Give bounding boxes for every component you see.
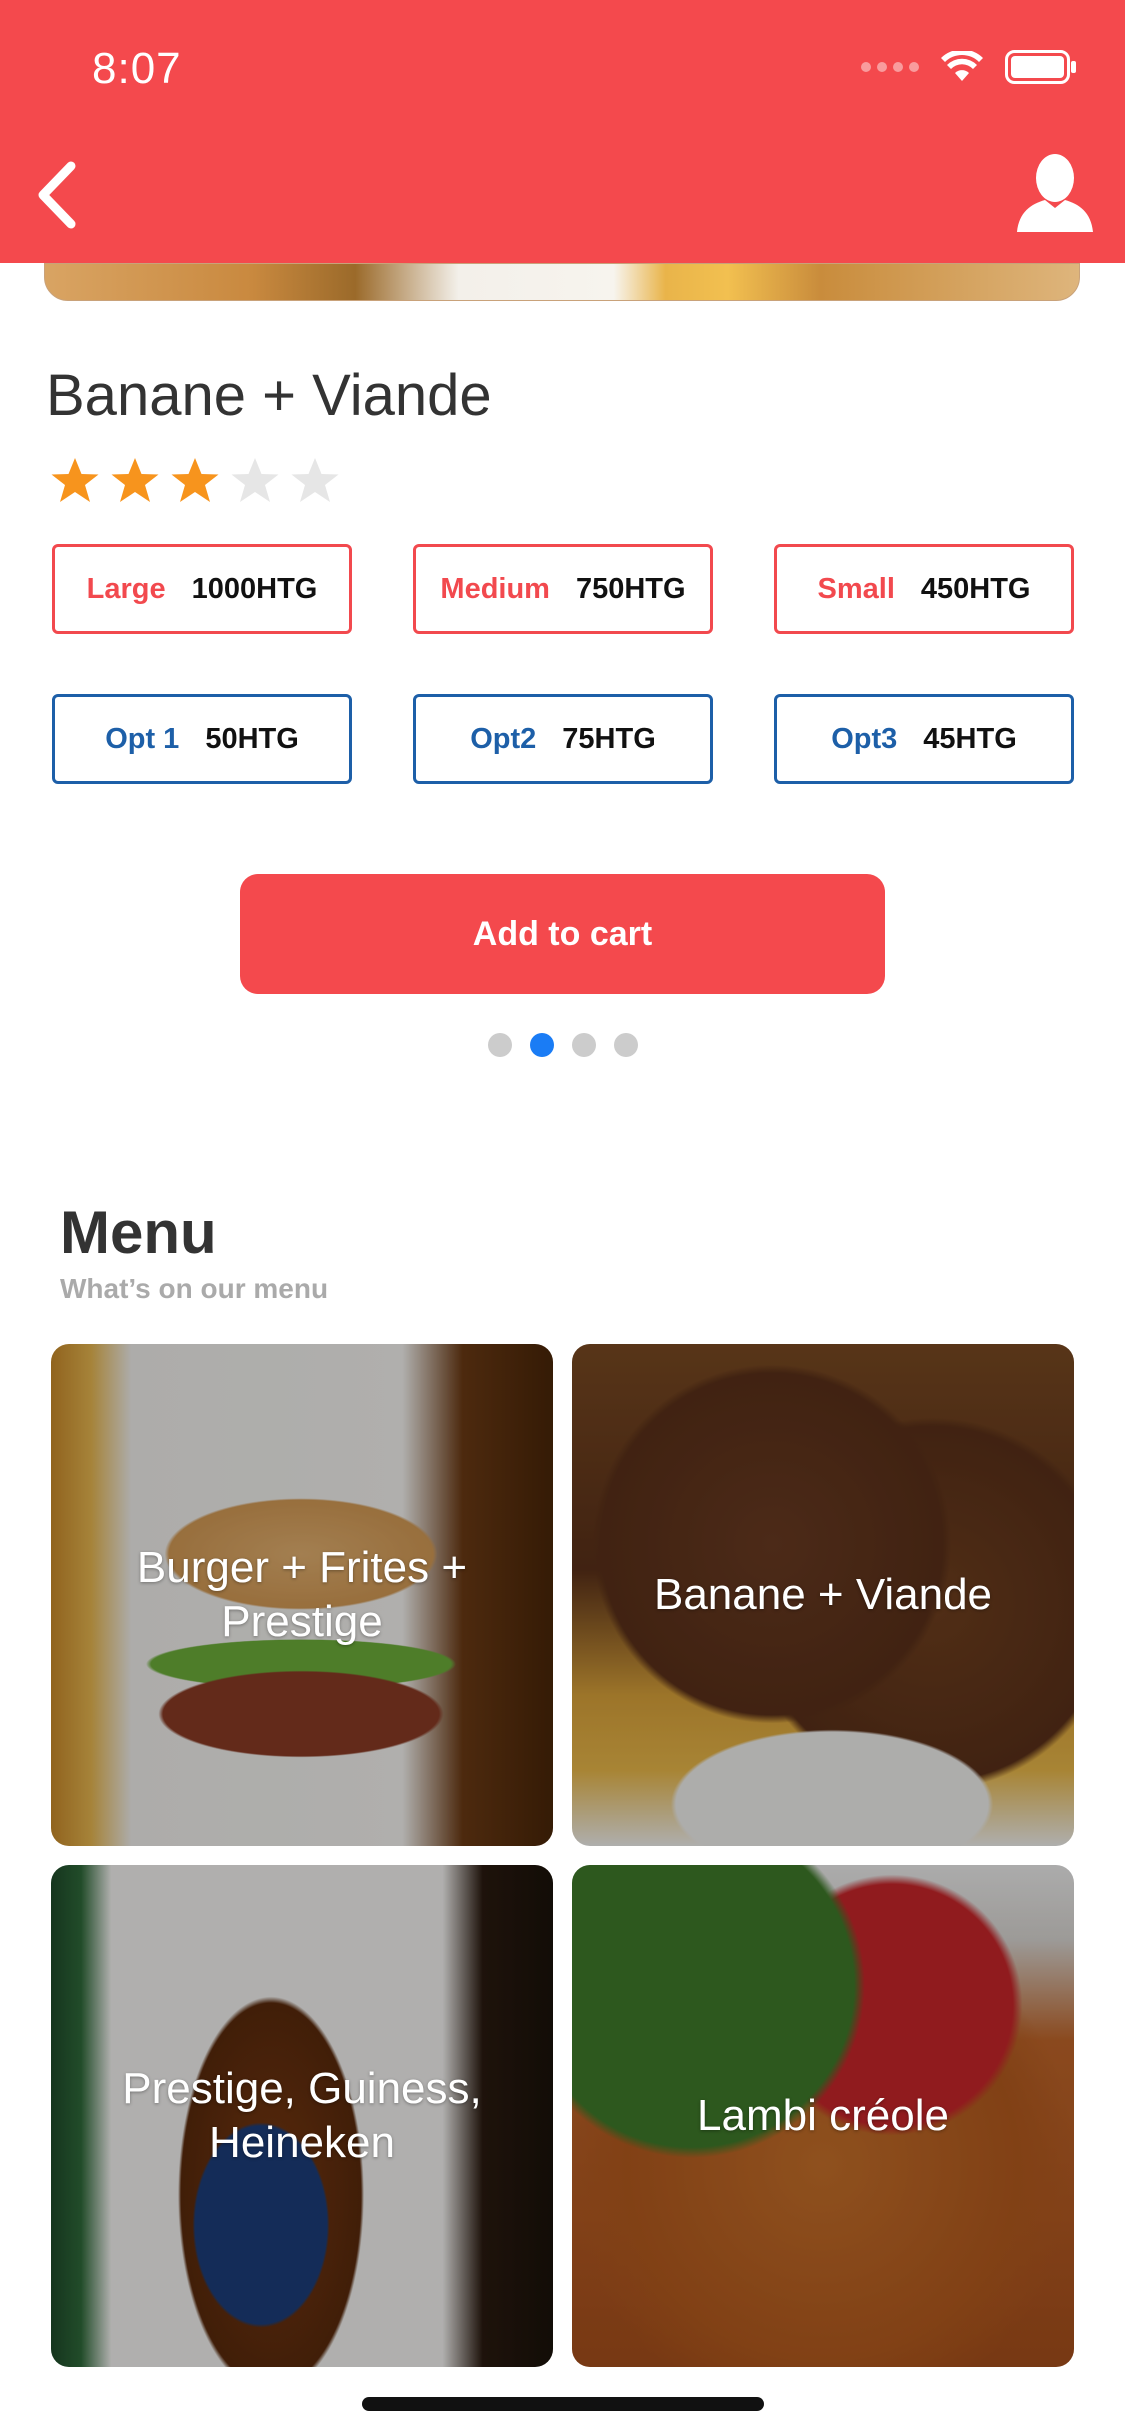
menu-card-burger[interactable]: Burger + Frites + Prestige [51,1344,553,1846]
home-indicator [362,2397,764,2411]
size-option-large[interactable]: Large 1000HTG [52,544,352,634]
extra-label: Opt 1 [105,722,180,755]
extra-price: 75HTG [562,722,656,755]
page-dot[interactable] [487,1033,512,1057]
page-indicator[interactable] [0,1033,1125,1057]
status-time: 8:07 [92,44,182,93]
menu-card-label: Banane + Viande [653,1570,993,1619]
star-icon [111,458,159,502]
status-icons [861,50,1077,84]
menu-subtitle: What’s on our menu [60,1273,329,1304]
star-icon [231,458,279,502]
extra-label: Opt2 [470,722,537,755]
app-header: 8:07 [0,0,1125,263]
star-icon [171,458,219,502]
size-label: Large [86,572,166,605]
extra-option-3[interactable]: Opt3 45HTG [774,694,1074,784]
menu-card-label: Prestige, Guiness, Heineken [122,2064,482,2167]
menu-card-lambi[interactable]: Lambi créole [572,1865,1074,2367]
menu-card-banane[interactable]: Banane + Viande [572,1344,1074,1846]
wifi-icon [941,51,983,81]
battery-icon [1005,50,1076,84]
size-options: Large 1000HTG Medium 750HTG Small 450HTG [52,544,1074,634]
size-option-medium[interactable]: Medium 750HTG [413,544,713,634]
page-dot[interactable] [571,1033,596,1057]
chevron-left-icon [38,161,76,229]
back-button[interactable] [20,150,90,240]
star-icon [51,458,99,502]
menu-card-drinks[interactable]: Prestige, Guiness, Heineken [51,1865,553,2367]
menu-card-label: Burger + Frites + Prestige [136,1543,468,1646]
page-dot[interactable] [613,1033,638,1057]
menu-title: Menu [60,1199,217,1266]
size-option-small[interactable]: Small 450HTG [774,544,1074,634]
extra-price: 50HTG [205,722,299,755]
size-label: Medium [440,572,550,605]
extra-options: Opt 1 50HTG Opt2 75HTG Opt3 45HTG [52,694,1074,784]
product-rating [50,456,340,506]
page-dot[interactable] [529,1033,554,1057]
add-to-cart-button[interactable]: Add to cart [240,874,885,994]
star-icon [291,458,339,502]
product-title: Banane + Viande [46,363,492,428]
profile-button[interactable] [1013,150,1097,234]
size-label: Small [817,572,895,605]
menu-card-label: Lambi créole [697,2091,949,2140]
user-icon [1017,154,1093,232]
size-price: 450HTG [920,572,1031,605]
product-hero-image [44,263,1080,301]
extra-option-1[interactable]: Opt 1 50HTG [52,694,352,784]
size-price: 1000HTG [191,572,318,605]
extra-label: Opt3 [831,722,898,755]
signal-icon [861,62,919,72]
extra-option-2[interactable]: Opt2 75HTG [413,694,713,784]
size-price: 750HTG [575,572,686,605]
extra-price: 45HTG [923,722,1017,755]
